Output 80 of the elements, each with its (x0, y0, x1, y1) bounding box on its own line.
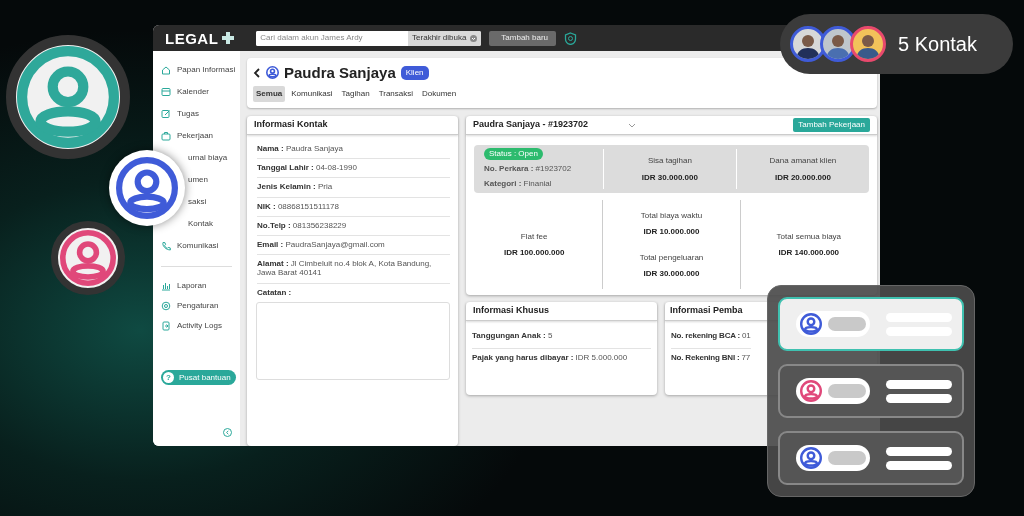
cost-value: IDR 10.000.000 (643, 225, 700, 238)
sidebar-item[interactable]: Pekerjaan (161, 125, 214, 147)
field-text: Alamat : Jl Cimbeluit no.4 blok A, Kota Bandung, Jawa Barat 40141 (257, 255, 450, 284)
field-text: No. rekening BCA : 01 (671, 327, 751, 350)
calendar-icon (161, 87, 171, 97)
edit-icon (161, 109, 171, 119)
help-icon: ? (163, 372, 174, 383)
sidebar-item[interactable]: urnal biaya (188, 147, 228, 169)
notes-label: Catatan : (257, 286, 293, 299)
gear-icon (161, 301, 171, 311)
briefcase-icon (161, 131, 171, 141)
field-text: No.Telp : 081356238229 (257, 216, 450, 236)
card-title: Informasi Kontak (247, 116, 458, 135)
field-text: Jenis Kelamin : Pria (257, 178, 450, 198)
contact-card[interactable] (778, 297, 964, 351)
logo-text: LEGAL (165, 30, 219, 46)
field-text: Tanggal Lahir : 04-08-1990 (257, 159, 450, 179)
sidebar-item[interactable]: Kalender (161, 81, 210, 103)
field-text: NIK : 08868151511178 (257, 197, 450, 217)
notes-field[interactable] (256, 301, 450, 380)
cost-label: Total pengeluaran (639, 251, 704, 264)
contact-card[interactable] (778, 364, 964, 418)
placeholder-line (886, 393, 952, 403)
filter-dropdown[interactable]: Terakhir dibuka (408, 30, 482, 46)
user-icon (266, 66, 279, 79)
add-button[interactable]: Tambah baru (489, 30, 557, 46)
cost-label: Total semua biaya (776, 230, 842, 243)
summary-label: Dana amanat klien (769, 154, 837, 167)
field-text: Nama : Paudra Sanjaya (257, 140, 450, 160)
cost-value: IDR 100.000.000 (503, 246, 565, 259)
field-text: Tanggungan Anak : 5 (472, 327, 651, 350)
plus-icon (222, 32, 235, 44)
field-text: No. Rekening BNI : 77 (671, 352, 750, 365)
bar-chart-icon (161, 281, 171, 291)
placeholder-line (886, 446, 952, 456)
summary-label: Sisa tagihan (647, 154, 692, 167)
contacts-count: 5 Kontak (898, 32, 977, 57)
sidebar-item[interactable]: Pengaturan (161, 296, 219, 316)
exit-icon (161, 321, 171, 331)
summary-value: IDR 30.000.000 (641, 171, 698, 184)
summary-value: IDR 20.000.000 (774, 171, 831, 184)
back-icon[interactable] (253, 66, 261, 79)
sidebar-item[interactable]: Papan Informasi (161, 59, 236, 81)
placeholder-line (886, 460, 952, 470)
sidebar-item[interactable]: Activity Logs (161, 316, 222, 336)
card-title: Informasi Khusus (466, 302, 657, 321)
sidebar-item[interactable]: Tugas (161, 103, 199, 125)
sidebar-item[interactable]: Laporan (161, 276, 207, 296)
field-text: Email : PaudraSanjaya@gmail.com (257, 235, 450, 256)
sidebar-item[interactable]: umen (188, 169, 208, 191)
contact-card[interactable] (778, 431, 964, 485)
sidebar-item[interactable]: saksi (188, 191, 207, 213)
cost-label: Total biaya waktu (640, 209, 703, 222)
tab[interactable]: Transaksi (375, 86, 416, 102)
house-icon (161, 65, 171, 75)
client-tag: Klien (400, 65, 429, 80)
shield-icon[interactable] (564, 31, 578, 45)
cost-value: IDR 30.000.000 (643, 267, 700, 280)
detail-text: Kategori : Finanial (484, 178, 552, 190)
tab[interactable]: Komunikasi (288, 86, 336, 102)
placeholder-bar (828, 451, 866, 465)
tab[interactable]: Dokumen (419, 86, 460, 102)
detail-text: No. Perkara : #1923702 (484, 163, 572, 175)
tab[interactable]: Tagihan (338, 86, 373, 102)
caret-icon (470, 34, 478, 42)
placeholder-bar (828, 384, 866, 398)
sidebar-item[interactable]: Kontak (188, 213, 213, 235)
cost-value: IDR 140.000.000 (778, 246, 840, 259)
client-name: Paudra Sanjaya (284, 65, 396, 80)
placeholder-line (886, 379, 952, 389)
phone-icon (161, 241, 171, 251)
field-text: Pajak yang harus dibayar : IDR 5.000.000 (472, 352, 629, 365)
sidebar-item[interactable]: Komunikasi (161, 235, 219, 257)
chevron-icon[interactable] (628, 122, 637, 128)
status-tag: Status : Open (484, 148, 543, 160)
tab[interactable]: Semua (253, 86, 286, 102)
placeholder-bar (828, 317, 866, 331)
cost-label: Flat fee (520, 230, 548, 243)
case-title: Paudra Sanjaya - #1923702 (473, 118, 589, 132)
search-field[interactable]: Cari dalam akun James Ardy Terakhir dibuka (256, 30, 482, 46)
